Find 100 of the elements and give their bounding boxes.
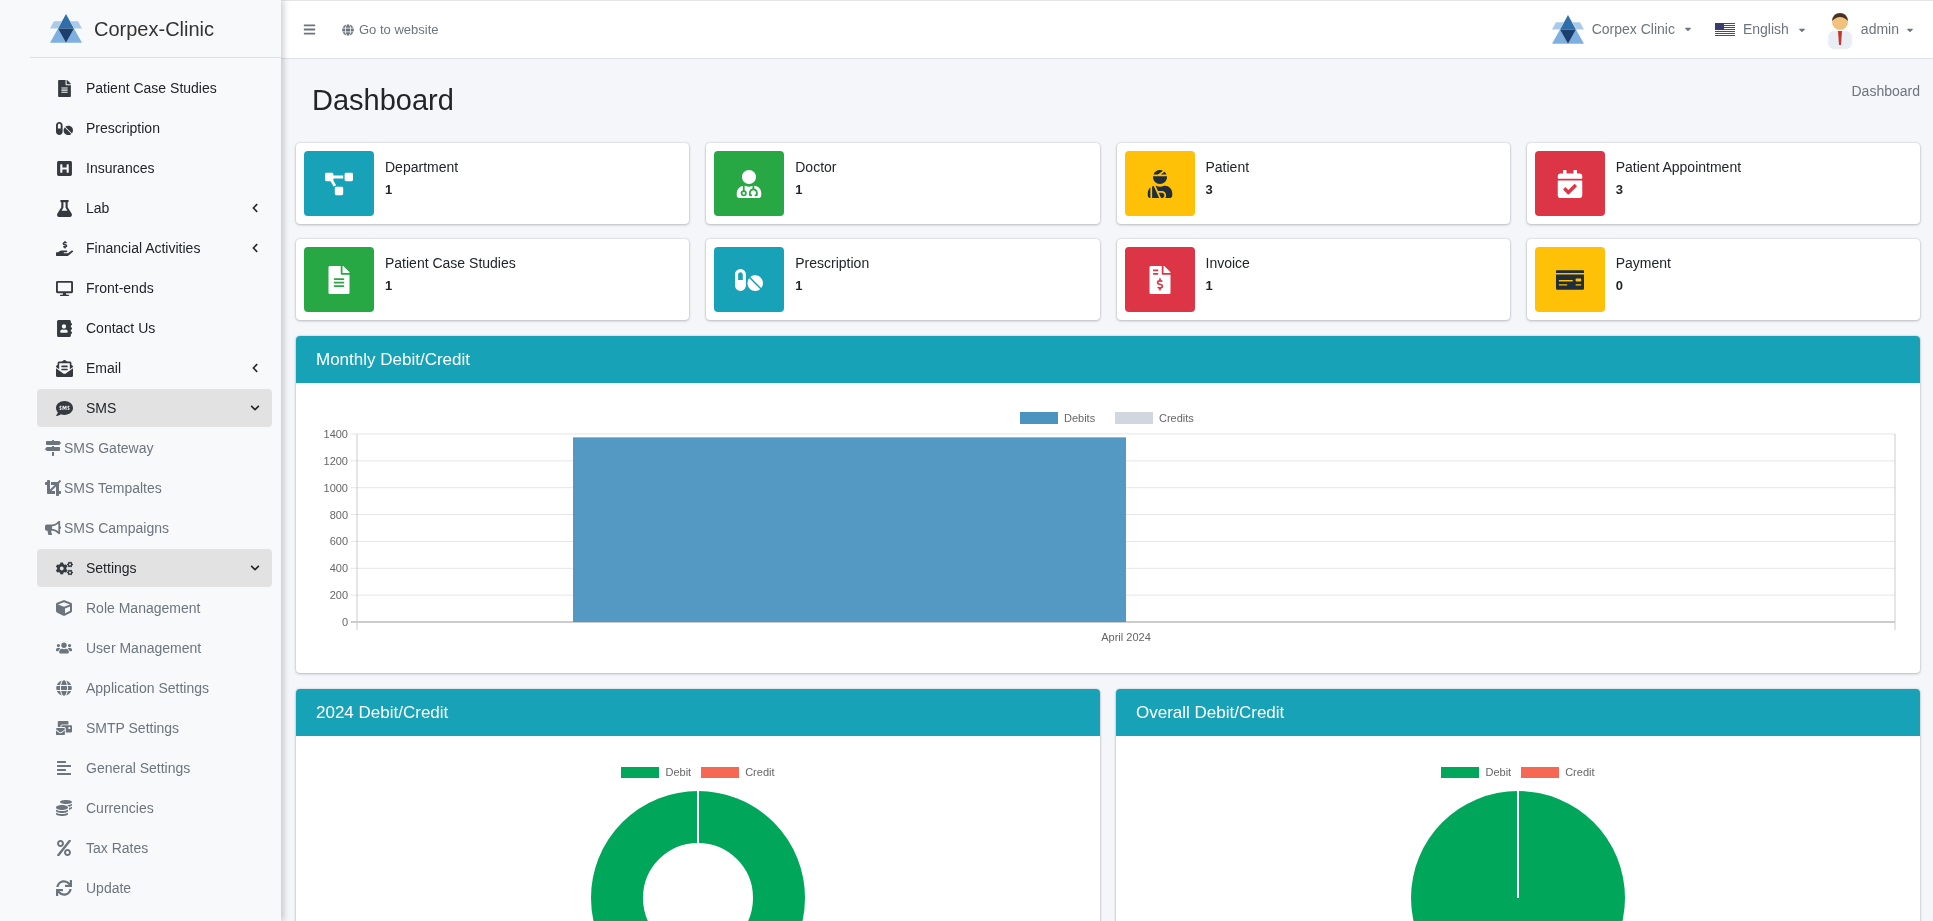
- stat-label: Prescription: [795, 254, 870, 273]
- panel-title: Monthly Debit/Credit: [316, 348, 470, 371]
- sidebar-item[interactable]: SMS: [37, 389, 272, 427]
- page-title: Dashboard: [312, 83, 454, 119]
- clinic-dropdown[interactable]: Corpex Clinic: [1551, 15, 1693, 44]
- sidebar-item[interactable]: Prescription: [37, 109, 272, 147]
- sidebar-subitem[interactable]: Role Management: [37, 589, 272, 627]
- x-axis-label: April 2024: [1101, 631, 1151, 643]
- sidebar-item[interactable]: Insurances: [37, 149, 272, 187]
- website-link[interactable]: Go to website: [342, 19, 439, 40]
- chevron-down-icon: [250, 563, 260, 573]
- panel-title: Overall Debit/Credit: [1136, 701, 1285, 724]
- sidebar-item[interactable]: Lab: [37, 189, 272, 227]
- globe-icon: [342, 23, 354, 36]
- flask-icon: [56, 199, 73, 217]
- sidebar-subitem[interactable]: Update: [37, 869, 272, 907]
- logo-icon: [1551, 15, 1584, 44]
- stat-value: 1: [1205, 277, 1214, 295]
- patient-icon: [1145, 169, 1174, 198]
- y-axis-label: 1200: [323, 454, 348, 467]
- hand-money-icon: [56, 239, 73, 257]
- sidebar-subitem[interactable]: SMS Campaigns: [37, 509, 272, 547]
- globe-icon: [56, 680, 72, 696]
- hospital-icon: [56, 159, 73, 177]
- signpost-icon: [45, 440, 61, 456]
- brand-name[interactable]: Corpex-Clinic: [94, 13, 215, 44]
- sidebar-subitem[interactable]: Application Settings: [37, 669, 272, 707]
- y-axis-label: 400: [329, 562, 348, 575]
- stat-card[interactable]: Department 1: [296, 143, 690, 224]
- sidebar-item[interactable]: Contact Us: [37, 309, 272, 347]
- sidebar-subitem[interactable]: Tax Rates: [37, 829, 272, 867]
- sidebar-item[interactable]: Financial Activities: [37, 229, 272, 267]
- refresh-icon: [56, 880, 72, 896]
- user-dropdown[interactable]: admin: [1824, 10, 1915, 49]
- cube-icon: [56, 600, 72, 616]
- us-flag-icon: [1714, 23, 1735, 36]
- stat-card[interactable]: Invoice 1: [1116, 239, 1510, 320]
- sidebar-item[interactable]: Email: [37, 349, 272, 387]
- users-icon: [56, 640, 72, 656]
- pills-icon: [56, 119, 73, 137]
- document-icon: [56, 79, 73, 97]
- legend-label[interactable]: Credit: [1565, 764, 1595, 781]
- sidebar-subitem[interactable]: SMS Gateway: [37, 429, 272, 467]
- sms-bubble-icon: [56, 399, 73, 417]
- stat-label: Doctor: [795, 158, 837, 177]
- y-axis-label: 1000: [323, 481, 348, 494]
- stat-card[interactable]: Doctor 1: [706, 143, 1100, 224]
- y-axis-label: 600: [329, 535, 348, 548]
- contact-book-icon: [56, 319, 73, 337]
- y-axis-label: 0: [341, 616, 348, 628]
- stat-card[interactable]: Payment 0: [1526, 239, 1920, 320]
- gears-icon: [56, 559, 73, 577]
- legend-label[interactable]: Credit: [745, 764, 775, 781]
- stat-value: 0: [1615, 277, 1624, 295]
- mail-icon: [56, 720, 72, 736]
- y-axis-label: 800: [329, 508, 348, 521]
- percent-icon: [56, 840, 72, 856]
- sidebar-subitem[interactable]: SMS Tempaltes: [37, 469, 272, 507]
- chevron-down-icon: [250, 403, 260, 413]
- chevron-left-icon: [250, 203, 260, 213]
- megaphone-icon: [45, 520, 61, 536]
- sidebar-subitem[interactable]: Currencies: [37, 789, 272, 827]
- coins-icon: [56, 800, 72, 816]
- stat-card[interactable]: Patient Case Studies 1: [296, 239, 690, 320]
- align-left-icon: [56, 760, 72, 776]
- stat-card[interactable]: Patient 3: [1116, 143, 1510, 224]
- doctor-icon: [735, 169, 764, 198]
- stat-value: 3: [1205, 181, 1214, 199]
- menu-icon: [303, 23, 316, 36]
- stat-label: Patient Appointment: [1615, 158, 1742, 177]
- stat-value: 1: [795, 181, 804, 199]
- language-dropdown[interactable]: English: [1714, 19, 1807, 40]
- stat-label: Department: [385, 158, 459, 177]
- legend-label[interactable]: Debit: [1485, 764, 1512, 781]
- sidebar-item[interactable]: Front-ends: [37, 269, 272, 307]
- stat-label: Patient: [1205, 158, 1250, 177]
- sidebar-subitem[interactable]: General Settings: [37, 749, 272, 787]
- y-axis-label: 200: [329, 589, 348, 602]
- stat-value: 1: [385, 181, 394, 199]
- legend-label: Debits: [1064, 412, 1096, 424]
- stat-value: 1: [795, 277, 804, 295]
- sidebar-item[interactable]: Patient Case Studies: [37, 69, 272, 107]
- panel-title: 2024 Debit/Credit: [316, 701, 449, 724]
- sidebar-item[interactable]: Settings: [37, 549, 272, 587]
- sidebar-subitem[interactable]: SMTP Settings: [37, 709, 272, 747]
- legend-label[interactable]: Debit: [665, 764, 692, 781]
- chevron-left-icon: [250, 363, 260, 373]
- y-axis-label: 1400: [323, 428, 348, 440]
- stat-card[interactable]: Prescription 1: [706, 239, 1100, 320]
- stat-value: 3: [1615, 181, 1624, 199]
- monitor-icon: [56, 279, 73, 297]
- stat-card[interactable]: Patient Appointment 3: [1526, 143, 1920, 224]
- legend-item[interactable]: Credits: [1115, 412, 1194, 424]
- sidebar-subitem[interactable]: User Management: [37, 629, 272, 667]
- breadcrumb[interactable]: Dashboard: [1851, 81, 1920, 102]
- stat-label: Payment: [1615, 254, 1671, 273]
- logo-icon: [50, 14, 82, 43]
- legend-label: Credits: [1159, 412, 1195, 424]
- stat-value: 1: [385, 277, 394, 295]
- calendar-check-icon: [1555, 169, 1584, 198]
